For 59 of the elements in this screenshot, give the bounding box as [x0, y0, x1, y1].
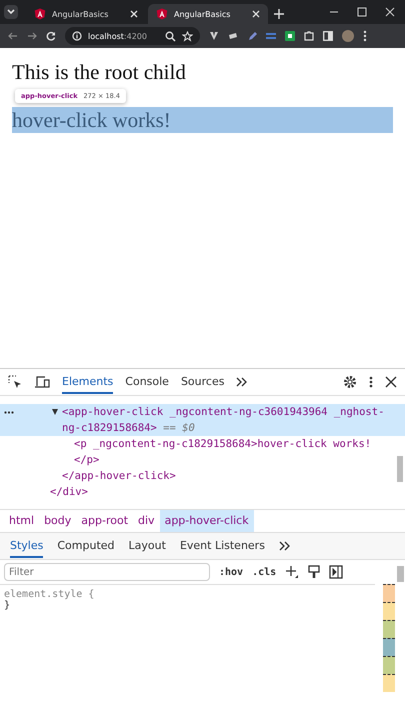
node-markup-text: <app-hover-click _ngcontent-ng-c3601943964 _nghost-ng-c1829158684> == $0 [62, 405, 386, 436]
back-icon[interactable] [8, 31, 18, 41]
maximize-icon[interactable] [357, 7, 367, 17]
closing-tag: </div> [50, 484, 88, 500]
closing-tag: </p> [74, 452, 100, 468]
expand-triangle-icon[interactable] [52, 409, 58, 415]
add-rule-icon[interactable] [285, 565, 300, 579]
browser-tab[interactable]: AngularBasics [26, 4, 146, 24]
side-panel-icon[interactable] [323, 31, 333, 41]
sidebar-toggle-icon[interactable] [329, 565, 344, 579]
panel-tab[interactable]: Elements [62, 370, 114, 394]
highlighted-text: hover-click works! [12, 107, 393, 133]
panel-tab[interactable]: Sources [180, 370, 224, 394]
app-logo-icon [34, 8, 46, 20]
node-markup-text: <p _ngcontent-ng-c1829158684>hover-click works! [74, 437, 372, 452]
profile-avatar[interactable] [342, 30, 354, 42]
inspect-icon[interactable] [8, 375, 22, 389]
paint-brush-icon[interactable] [308, 565, 320, 579]
toggle-button[interactable]: .cls [252, 566, 276, 578]
pen-icon[interactable] [247, 31, 257, 41]
panel-tab[interactable]: Console [125, 370, 169, 394]
toggle-button[interactable]: :hov [219, 566, 244, 578]
scrollbar[interactable] [397, 566, 404, 582]
filter-field[interactable]: Filter [4, 563, 210, 581]
tab-search-button[interactable] [4, 5, 18, 19]
breadcrumb[interactable]: app-root [76, 510, 134, 532]
zoom-icon[interactable] [165, 30, 176, 42]
close-icon[interactable] [385, 376, 397, 388]
styles-tab[interactable]: Layout [128, 534, 166, 558]
breadcrumb[interactable]: app-hover-click [160, 510, 254, 532]
style-selector: element.style { [3, 588, 96, 600]
styles-tab[interactable]: Computed [57, 534, 115, 558]
more-tabs-icon[interactable] [278, 541, 291, 551]
settings-icon[interactable] [343, 375, 357, 389]
chevron-down-icon [7, 9, 15, 15]
page-heading: This is the root child [12, 60, 187, 85]
more-tabs-icon[interactable] [236, 377, 248, 387]
browser-tab[interactable]: AngularBasics [148, 4, 268, 24]
reload-icon[interactable] [46, 31, 56, 41]
breadcrumb[interactable]: html [4, 510, 40, 532]
styles-tab[interactable]: Event Listeners [180, 534, 265, 558]
device-icon[interactable] [34, 375, 50, 389]
breadcrumb[interactable]: div [133, 510, 160, 532]
scrollbar[interactable] [397, 456, 403, 482]
puzzle-icon[interactable] [304, 31, 314, 41]
star-icon[interactable] [182, 30, 193, 42]
forward-icon[interactable] [27, 31, 37, 41]
menu-icon[interactable] [363, 30, 367, 42]
styles-tab[interactable]: Styles [10, 534, 44, 558]
new-tab-icon[interactable] [274, 9, 284, 19]
address-field[interactable]: localhost:4200 [65, 27, 200, 45]
breadcrumb[interactable]: body [39, 510, 76, 532]
menu-icon[interactable] [369, 375, 373, 389]
app-logo-icon [156, 8, 168, 20]
closing-tag: </app-hover-click> [62, 468, 176, 484]
info-icon[interactable] [72, 31, 82, 41]
more-icon[interactable] [4, 411, 14, 414]
dom-node-row[interactable]: <app-hover-click _ngcontent-ng-c3601943964 _nghost-ng-c1829158684> == $0 [0, 404, 405, 436]
style-brace: } [3, 600, 10, 611]
